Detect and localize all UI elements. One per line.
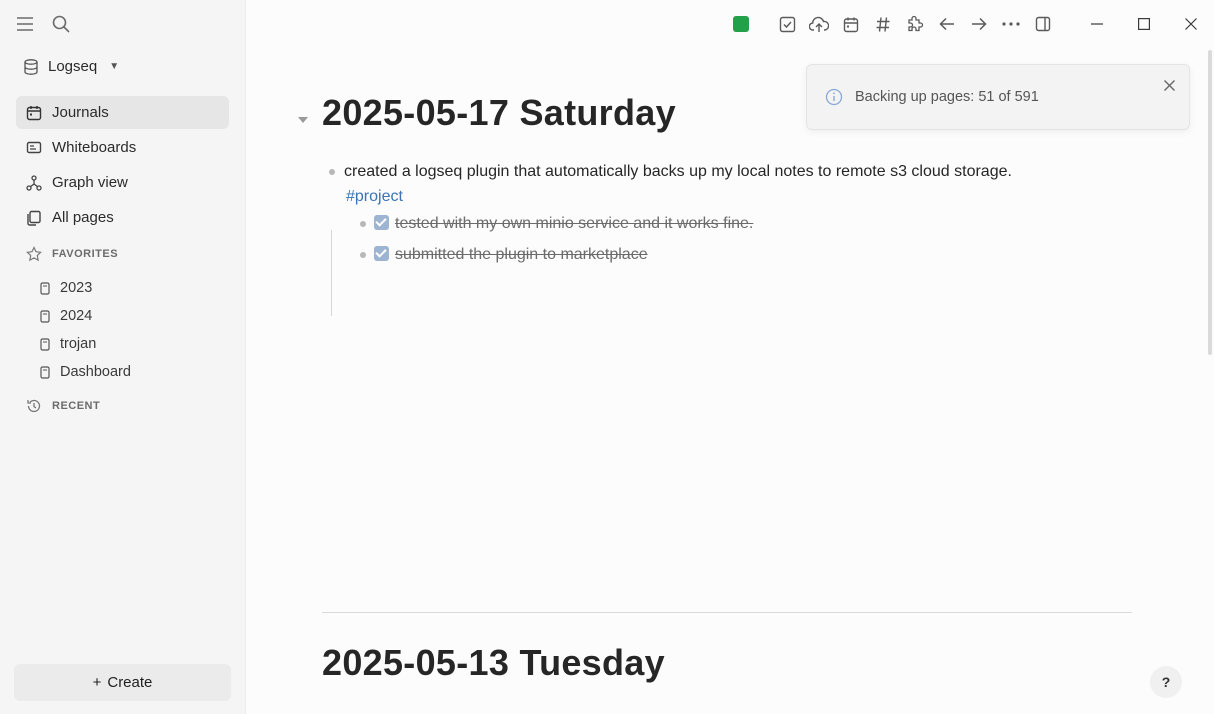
scrollbar[interactable]	[1208, 50, 1212, 355]
cloud-upload-icon[interactable]	[803, 8, 835, 40]
journal-title[interactable]: 2025-05-17 Saturday	[322, 92, 676, 134]
journals-main: 2025-05-17 Saturday created a logseq plu…	[247, 48, 1202, 714]
todo-block[interactable]: tested with my own minio service and it …	[374, 212, 753, 236]
block-content[interactable]: created a logseq plugin that automatical…	[344, 160, 1104, 184]
sidebar-item-graph-view[interactable]: Graph view	[16, 166, 229, 199]
toast-message: Backing up pages: 51 of 591	[855, 89, 1039, 105]
close-window-icon[interactable]	[1167, 8, 1214, 40]
chevron-down-icon: ▼	[109, 61, 120, 72]
top-toolbar	[725, 0, 1214, 48]
whiteboard-icon	[26, 141, 42, 153]
maximize-icon[interactable]	[1120, 8, 1167, 40]
notification-toast: Backing up pages: 51 of 591	[806, 64, 1190, 130]
favorite-label: trojan	[60, 336, 97, 352]
favorite-item[interactable]: 2023	[40, 274, 131, 302]
block-bullet[interactable]	[360, 252, 366, 258]
favorite-label: 2023	[60, 280, 93, 296]
project-tag[interactable]: #project	[346, 185, 403, 209]
journal-title[interactable]: 2025-05-13 Tuesday	[322, 642, 665, 684]
history-icon	[27, 399, 41, 413]
graph-selector[interactable]: Logseq ▼	[24, 58, 119, 75]
hash-icon[interactable]	[867, 8, 899, 40]
create-button[interactable]: + Create	[14, 664, 231, 701]
children-guide-line	[331, 230, 332, 316]
sync-status-icon[interactable]	[725, 8, 757, 40]
calendar-icon[interactable]	[835, 8, 867, 40]
block-bullet[interactable]	[360, 221, 366, 227]
favorite-label: Dashboard	[60, 364, 131, 380]
recent-title: RECENT	[52, 400, 101, 412]
todo-block[interactable]: submitted the plugin to marketplace	[374, 243, 648, 267]
pages-icon	[27, 210, 41, 226]
sidebar-item-whiteboards[interactable]: Whiteboards	[16, 131, 229, 164]
sidebar-item-label: Whiteboards	[52, 139, 137, 156]
right-sidebar-icon[interactable]	[1027, 8, 1059, 40]
favorites-header[interactable]: FAVORITES	[26, 246, 118, 262]
close-icon[interactable]	[1159, 75, 1179, 95]
graph-icon	[26, 174, 42, 191]
favorite-label: 2024	[60, 308, 93, 324]
block-text: submitted the plugin to marketplace	[395, 246, 648, 263]
sidebar-item-label: Journals	[52, 104, 109, 121]
favorite-item[interactable]: trojan	[40, 330, 131, 358]
sidebar-nav: Journals Whiteboards Graph view All page…	[16, 96, 229, 236]
favorite-item[interactable]: 2024	[40, 302, 131, 330]
puzzle-icon[interactable]	[899, 8, 931, 40]
graph-name: Logseq	[48, 58, 98, 75]
favorites-list: 2023 2024 trojan Dashboard	[40, 274, 131, 386]
favorites-title: FAVORITES	[52, 248, 119, 260]
block-text: tested with my own minio service and it …	[395, 215, 754, 232]
minimize-icon[interactable]	[1073, 8, 1120, 40]
create-label: Create	[107, 674, 153, 691]
journal-divider	[322, 612, 1132, 613]
done-checkbox[interactable]	[374, 215, 389, 230]
help-button[interactable]: ?	[1150, 666, 1182, 698]
done-checkbox[interactable]	[374, 246, 389, 261]
sidebar-top-controls	[14, 12, 72, 36]
page-icon	[40, 309, 50, 323]
block-text: created a logseq plugin that automatical…	[344, 163, 1012, 180]
star-icon	[26, 246, 42, 262]
plus-icon: +	[92, 674, 102, 691]
page-icon	[40, 365, 50, 379]
page-icon	[40, 281, 50, 295]
more-icon[interactable]	[995, 8, 1027, 40]
sidebar-item-label: Graph view	[52, 174, 128, 191]
forward-arrow-icon[interactable]	[963, 8, 995, 40]
collapse-toggle-icon[interactable]	[298, 117, 308, 123]
menu-icon[interactable]	[14, 12, 36, 36]
sidebar-item-label: All pages	[52, 209, 114, 226]
left-sidebar: Logseq ▼ Journals Whiteboards Graph view…	[0, 0, 246, 714]
block-bullet[interactable]	[329, 169, 335, 175]
page-icon	[40, 337, 50, 351]
sidebar-item-journals[interactable]: Journals	[16, 96, 229, 129]
todo-icon[interactable]	[771, 8, 803, 40]
info-icon	[825, 88, 843, 106]
recent-header[interactable]: RECENT	[26, 398, 100, 414]
favorite-item[interactable]: Dashboard	[40, 358, 131, 386]
database-icon	[24, 58, 38, 75]
back-arrow-icon[interactable]	[931, 8, 963, 40]
search-icon[interactable]	[50, 12, 72, 36]
sidebar-item-all-pages[interactable]: All pages	[16, 201, 229, 234]
calendar-icon	[26, 105, 42, 120]
